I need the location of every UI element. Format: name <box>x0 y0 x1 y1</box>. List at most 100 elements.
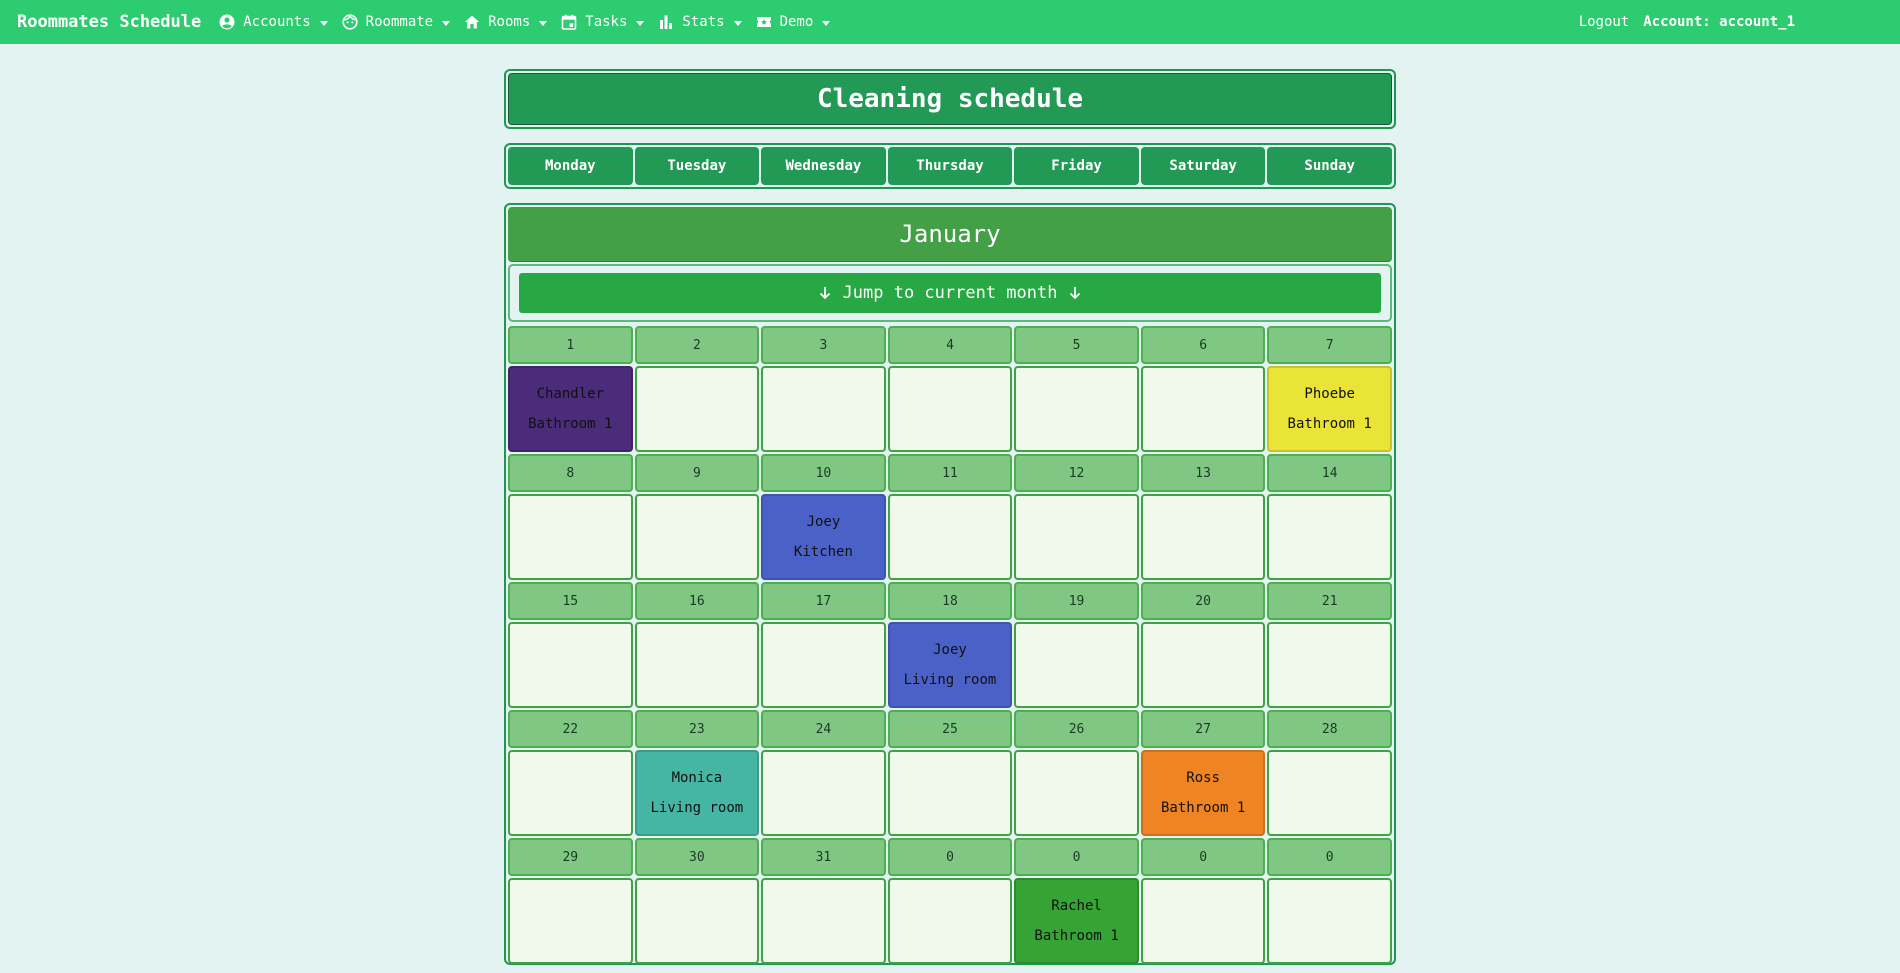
task-roommate: Joey <box>806 514 841 530</box>
nav-stats-label: Stats <box>682 14 725 30</box>
task-room: Bathroom 1 <box>1287 416 1372 432</box>
calendar-day-cell[interactable] <box>634 494 760 580</box>
calendar-day-cell[interactable] <box>1014 366 1139 452</box>
calendar-day-cell[interactable] <box>887 750 1013 836</box>
calendar-day-cell[interactable] <box>508 750 633 836</box>
jump-to-current-month-button[interactable]: Jump to current month <box>519 273 1381 313</box>
calendar-day-cell[interactable] <box>887 494 1013 580</box>
date-number: 8 <box>508 454 633 492</box>
caret-down-icon <box>442 20 451 26</box>
task-room: Living room <box>650 800 744 816</box>
calendar-day-cell[interactable] <box>1014 622 1139 708</box>
calendar-day-cell[interactable]: Phoebe Bathroom 1 <box>1267 366 1392 452</box>
date-number: 5 <box>1014 326 1139 364</box>
date-number: 9 <box>634 454 760 492</box>
date-number: 10 <box>761 454 886 492</box>
nav-rooms-dropdown[interactable]: Rooms <box>464 14 548 30</box>
date-number: 1 <box>508 326 633 364</box>
task-roommate: Chandler <box>536 386 604 402</box>
calendar-day-cell[interactable] <box>761 366 886 452</box>
calendar-day-cell[interactable] <box>761 878 886 964</box>
calendar-day-cell[interactable] <box>1267 878 1392 964</box>
calendar-day-cell[interactable] <box>1140 878 1266 964</box>
calendar-day-cell[interactable] <box>508 622 633 708</box>
nav-accounts-dropdown[interactable]: Accounts <box>219 14 328 30</box>
calendar-day-cell[interactable]: Joey Kitchen <box>761 494 886 580</box>
date-number: 27 <box>1140 710 1266 748</box>
calendar-day-cell[interactable] <box>1140 366 1266 452</box>
calendar-day-cell[interactable] <box>887 366 1013 452</box>
calendar-day-cell[interactable] <box>1014 494 1139 580</box>
weekday-sunday: Sunday <box>1267 147 1392 185</box>
nav-tasks-dropdown[interactable]: Tasks <box>561 14 645 30</box>
date-number: 0 <box>1140 838 1266 876</box>
nav-right: Logout Account: account_1 <box>1579 0 1795 44</box>
logout-link[interactable]: Logout <box>1579 14 1630 30</box>
calendar-day-cell[interactable] <box>508 878 633 964</box>
date-number: 3 <box>761 326 886 364</box>
date-number: 16 <box>634 582 760 620</box>
face-icon <box>342 14 358 30</box>
arrow-down-icon <box>1067 285 1083 301</box>
calendar-grid: 1 2 3 4 5 6 7 Chandler Bathroom 1 Phoebe Bathroom … <box>508 326 1392 964</box>
nav-demo-dropdown[interactable]: Demo <box>756 14 831 30</box>
calendar-day-cell[interactable] <box>634 366 760 452</box>
weekday-thursday: Thursday <box>887 147 1013 185</box>
date-number: 22 <box>508 710 633 748</box>
top-navbar: Roommates Schedule Accounts Roommate Roo… <box>0 0 1900 44</box>
calendar-day-cell[interactable]: Rachel Bathroom 1 <box>1014 878 1139 964</box>
calendar-day-cell[interactable] <box>508 494 633 580</box>
date-number: 25 <box>887 710 1013 748</box>
nav-menu: Accounts Roommate Rooms Tasks Stats Demo <box>219 14 844 30</box>
date-number: 21 <box>1267 582 1392 620</box>
date-number: 19 <box>1014 582 1139 620</box>
caret-down-icon <box>733 20 742 26</box>
calendar-day-cell[interactable] <box>1267 750 1392 836</box>
calendar-day-cell[interactable] <box>761 750 886 836</box>
calendar-day-cell[interactable] <box>634 878 760 964</box>
weekday-friday: Friday <box>1014 147 1139 185</box>
calendar-day-cell[interactable] <box>761 622 886 708</box>
date-number: 31 <box>761 838 886 876</box>
date-number: 18 <box>887 582 1013 620</box>
jump-label: Jump to current month <box>842 283 1058 303</box>
calendar-day-cell[interactable]: Joey Living room <box>887 622 1013 708</box>
date-number: 0 <box>1014 838 1139 876</box>
nav-tasks-label: Tasks <box>585 14 628 30</box>
account-label: Account: account_1 <box>1643 14 1795 30</box>
date-number: 0 <box>887 838 1013 876</box>
calendar-day-cell[interactable]: Monica Living room <box>634 750 760 836</box>
account-circle-icon <box>219 14 235 30</box>
caret-down-icon <box>822 20 831 26</box>
home-icon <box>464 14 480 30</box>
weekday-tuesday: Tuesday <box>634 147 760 185</box>
calendar-day-cell[interactable] <box>634 622 760 708</box>
task-roommate: Rachel <box>1051 898 1102 914</box>
month-title: January <box>508 207 1392 261</box>
date-number: 30 <box>634 838 760 876</box>
jump-container: Jump to current month <box>508 264 1392 322</box>
calendar-day-cell[interactable]: Ross Bathroom 1 <box>1140 750 1266 836</box>
nav-roommate-dropdown[interactable]: Roommate <box>342 14 451 30</box>
bar-chart-icon <box>658 14 674 30</box>
calendar-day-cell[interactable] <box>1140 622 1266 708</box>
task-room: Bathroom 1 <box>528 416 613 432</box>
brand-link[interactable]: Roommates Schedule <box>17 12 201 32</box>
date-number: 23 <box>634 710 760 748</box>
calendar-day-cell[interactable] <box>1267 494 1392 580</box>
calendar-day-cell[interactable] <box>887 878 1013 964</box>
date-number: 6 <box>1140 326 1266 364</box>
weekday-wednesday: Wednesday <box>761 147 886 185</box>
caret-down-icon <box>636 20 645 26</box>
calendar-day-cell[interactable] <box>1014 750 1139 836</box>
task-room: Bathroom 1 <box>1160 800 1246 816</box>
calendar-day-cell[interactable] <box>1140 494 1266 580</box>
nav-stats-dropdown[interactable]: Stats <box>658 14 742 30</box>
page-title: Cleaning schedule <box>508 73 1392 125</box>
nav-roommate-label: Roommate <box>365 14 434 30</box>
date-number: 17 <box>761 582 886 620</box>
task-roommate: Joey <box>933 642 967 658</box>
calendar-day-cell[interactable]: Chandler Bathroom 1 <box>508 366 633 452</box>
caret-down-icon <box>319 20 328 26</box>
calendar-day-cell[interactable] <box>1267 622 1392 708</box>
